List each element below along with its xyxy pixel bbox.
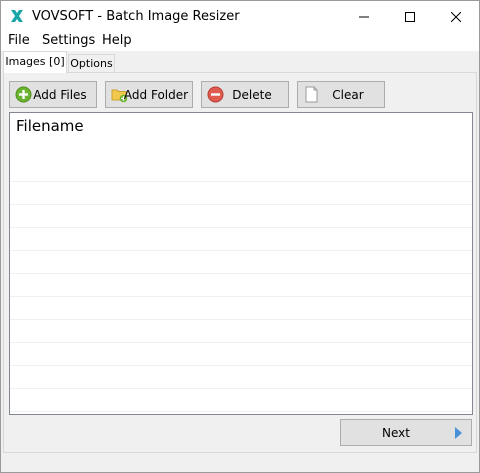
list-item — [10, 274, 472, 297]
list-item — [10, 182, 472, 205]
list-item — [10, 251, 472, 274]
list-rows — [10, 159, 472, 412]
arrow-right-icon — [454, 426, 463, 440]
add-files-button[interactable]: Add Files — [9, 81, 97, 108]
list-item — [10, 320, 472, 343]
app-window: VOVSOFT - Batch Image Resizer File Setti… — [0, 0, 480, 473]
maximize-icon — [405, 11, 415, 22]
minimize-button[interactable] — [341, 1, 387, 32]
next-label: Next — [382, 426, 410, 440]
list-item — [10, 205, 472, 228]
menu-settings[interactable]: Settings — [42, 33, 95, 48]
column-header-filename[interactable]: Filename — [16, 117, 84, 135]
menu-file[interactable]: File — [8, 33, 30, 48]
maximize-button[interactable] — [387, 1, 433, 32]
images-tab-page: Add Files Add Folder Delete Clear Filena… — [3, 72, 477, 453]
file-list[interactable]: Filename — [9, 112, 473, 415]
menu-bar: File Settings Help — [1, 32, 479, 51]
list-item — [10, 228, 472, 251]
list-item — [10, 297, 472, 320]
tab-options[interactable]: Options — [68, 54, 115, 72]
list-item — [10, 389, 472, 412]
app-logo-icon — [10, 9, 24, 23]
add-folder-label: Add Folder — [123, 87, 189, 102]
list-item — [10, 366, 472, 389]
menu-help[interactable]: Help — [102, 33, 132, 48]
delete-label: Delete — [232, 87, 272, 102]
clear-label: Clear — [332, 87, 364, 102]
status-bar — [1, 453, 479, 472]
tab-images[interactable]: Images [0] — [3, 51, 67, 73]
next-button[interactable]: Next — [340, 419, 472, 446]
list-item — [10, 159, 472, 182]
delete-button[interactable]: Delete — [201, 81, 289, 108]
close-icon — [451, 11, 461, 22]
clear-button[interactable]: Clear — [297, 81, 385, 108]
list-item — [10, 343, 472, 366]
tab-strip: Images [0] Options — [1, 51, 479, 73]
add-files-label: Add Files — [33, 87, 87, 102]
title-bar: VOVSOFT - Batch Image Resizer — [1, 1, 479, 32]
window-title: VOVSOFT - Batch Image Resizer — [32, 9, 240, 24]
close-button[interactable] — [433, 1, 479, 32]
minimize-icon — [359, 16, 369, 17]
add-folder-button[interactable]: Add Folder — [105, 81, 193, 108]
